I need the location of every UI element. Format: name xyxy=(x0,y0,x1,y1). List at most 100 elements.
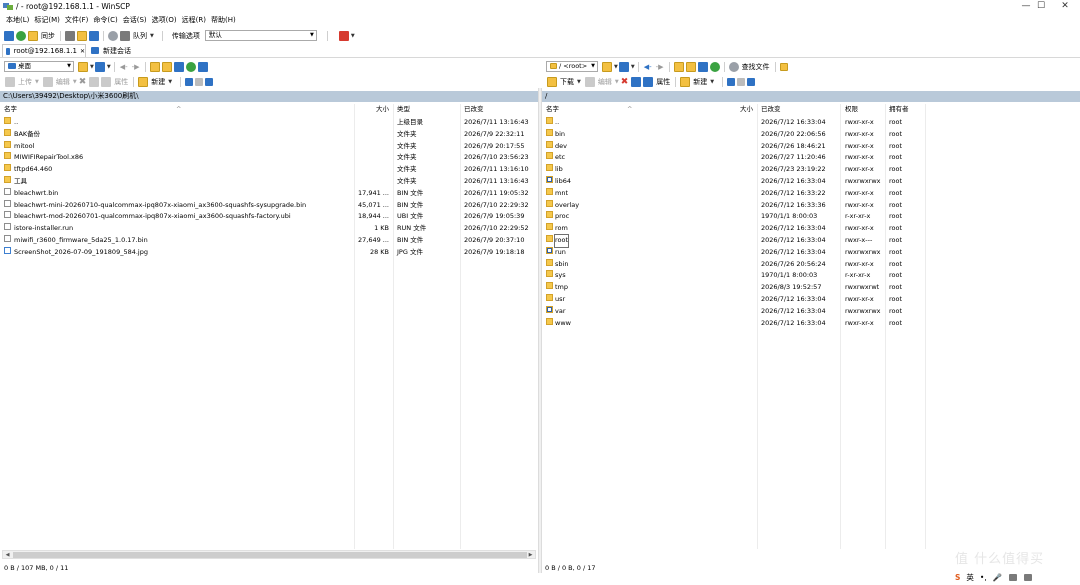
left-file-row[interactable]: bleachwrt-mod-20260701-qualcommax-ipq807… xyxy=(0,211,530,223)
right-path-bar[interactable]: / xyxy=(542,91,1080,102)
left-file-row[interactable]: miwifi_r3600_firmware_5da25_1.0.17.bin 27… xyxy=(0,235,530,247)
chevron-down-icon[interactable]: ▼ xyxy=(351,33,355,39)
right-col-name[interactable]: 名字 xyxy=(546,104,559,115)
right-file-row[interactable]: usr 2026/7/12 16:33:04 rwxr-xr-x root xyxy=(542,294,1072,306)
chevron-down-icon[interactable]: ▼ xyxy=(631,64,635,70)
menu-file[interactable]: 文件(F) xyxy=(65,15,89,25)
chevron-down-icon[interactable]: ▼ xyxy=(107,64,111,70)
forward-arrow-icon[interactable]: -▶ xyxy=(656,63,664,71)
left-properties-button[interactable]: 属性 xyxy=(114,77,128,87)
deselect-icon[interactable] xyxy=(737,77,746,86)
right-file-row[interactable]: sys 1970/1/1 8:00:03 r-xr-xr-x root xyxy=(542,270,1072,282)
chevron-down-icon[interactable]: ▼ xyxy=(615,79,619,85)
filter-mask-icon[interactable] xyxy=(205,77,214,86)
sync-button[interactable]: 同步 xyxy=(41,31,55,41)
back-arrow-icon[interactable]: ◀- xyxy=(644,63,652,71)
left-file-row[interactable]: BAK备份 文件夹 2026/7/9 22:32:11 xyxy=(0,128,530,141)
right-file-row[interactable]: .. 2026/7/12 16:33:04 rwxr-xr-x root xyxy=(542,117,1072,129)
chevron-down-icon[interactable]: ▼ xyxy=(710,79,714,85)
chevron-down-icon[interactable]: ▼ xyxy=(150,33,154,39)
left-edit-button[interactable]: 编辑 xyxy=(56,77,70,87)
refresh-icon[interactable] xyxy=(709,61,720,72)
terminal-icon[interactable] xyxy=(65,30,75,41)
rename-icon[interactable] xyxy=(631,76,642,87)
right-file-row[interactable]: root 2026/7/12 16:33:04 rwxr-x--- root xyxy=(542,234,1072,248)
left-col-size[interactable]: 大小 xyxy=(376,104,389,115)
right-file-row[interactable]: lib64 2026/7/12 16:33:04 rwxrwxrwx root xyxy=(542,176,1072,188)
forward-arrow-icon[interactable]: -▶ xyxy=(132,63,140,71)
grid-icon[interactable] xyxy=(4,30,14,41)
right-edit-button[interactable]: 编辑 xyxy=(598,77,612,87)
right-file-row[interactable]: etc 2026/7/27 11:20:46 rwxr-xr-x root xyxy=(542,152,1072,164)
filter-mask-icon[interactable] xyxy=(747,77,756,86)
right-col-modified[interactable]: 已改变 xyxy=(761,104,781,115)
left-file-row[interactable]: istore-installer.run 1 KB RUN 文件 2026/7/10 … xyxy=(0,223,530,235)
keyboard-icon[interactable] xyxy=(1009,574,1018,581)
rename-icon[interactable] xyxy=(89,76,100,87)
microphone-icon[interactable]: 🎤 xyxy=(993,573,1002,582)
menu-remote[interactable]: 远程(R) xyxy=(182,15,206,25)
right-file-row[interactable]: www 2026/7/12 16:33:04 rwxr-xr-x root xyxy=(542,317,1072,330)
right-col-rights[interactable]: 权限 xyxy=(845,104,858,115)
right-file-row[interactable]: proc 1970/1/1 8:00:03 r-xr-xr-x root xyxy=(542,211,1072,223)
right-col-size[interactable]: 大小 xyxy=(740,104,753,115)
right-file-row[interactable]: tmp 2026/8/3 19:52:57 rwxrwxrwt root xyxy=(542,282,1072,294)
open-folder-icon[interactable] xyxy=(602,61,612,72)
parent-dir-icon[interactable] xyxy=(673,61,684,72)
right-col-owner[interactable]: 拥有者 xyxy=(889,104,909,115)
compare-icon[interactable] xyxy=(77,30,87,41)
left-drive-select[interactable]: 桌面 ▼ xyxy=(4,61,74,72)
left-file-row[interactable]: bleachwrt-mini-20260710-qualcommax-ipq80… xyxy=(0,199,530,212)
open-folder-icon[interactable] xyxy=(78,61,88,72)
transfer-settings-icon[interactable] xyxy=(338,30,349,41)
ime-language[interactable]: 英 xyxy=(966,572,974,583)
tab-session[interactable]: root@192.168.1.1 ✕ xyxy=(2,44,86,57)
sogou-icon[interactable]: S xyxy=(955,573,960,582)
bookmark-icon[interactable] xyxy=(197,61,208,72)
chevron-down-icon[interactable]: ▼ xyxy=(577,79,581,85)
left-col-name[interactable]: 名字 xyxy=(4,104,17,115)
left-horizontal-scrollbar[interactable]: ◀ ▶ xyxy=(2,550,536,559)
refresh-icon[interactable] xyxy=(185,61,196,72)
find-files-button[interactable]: 查找文件 xyxy=(742,62,770,72)
right-file-row[interactable]: var 2026/7/12 16:33:04 rwxrwxrwx root xyxy=(542,305,1072,318)
right-file-row[interactable]: sbin 2026/7/26 20:56:24 rwxr-xr-x root xyxy=(542,258,1072,271)
right-file-row[interactable]: overlay 2026/7/12 16:33:36 rwxr-xr-x root xyxy=(542,199,1072,212)
chevron-down-icon[interactable]: ▼ xyxy=(168,79,172,85)
delete-icon[interactable]: ✖ xyxy=(79,77,87,87)
select-all-icon[interactable] xyxy=(727,77,736,86)
upload-button[interactable]: 上传 xyxy=(18,77,32,87)
parent-dir-icon[interactable] xyxy=(149,61,160,72)
scroll-left-icon[interactable]: ◀ xyxy=(3,551,12,559)
left-file-row[interactable]: MIWIFIRepairTool.x86 文件夹 2026/7/10 23:56:2… xyxy=(0,152,530,164)
left-file-row[interactable]: .. 上级目录 2026/7/11 13:16:43 xyxy=(0,117,530,129)
menu-mark[interactable]: 标记(M) xyxy=(34,15,60,25)
back-arrow-icon[interactable]: ◀- xyxy=(120,63,128,71)
preferences-icon[interactable] xyxy=(108,30,118,41)
ime-punctuation[interactable]: •, xyxy=(980,573,987,582)
transfer-options-select[interactable]: 默认 ▼ xyxy=(204,30,317,41)
queue-button[interactable]: 队列 xyxy=(133,31,147,41)
right-file-row[interactable]: mnt 2026/7/12 16:33:22 rwxr-xr-x root xyxy=(542,187,1072,200)
right-file-row[interactable]: rom 2026/7/12 16:33:04 rwxr-xr-x root xyxy=(542,223,1072,235)
chevron-down-icon[interactable]: ▼ xyxy=(73,79,77,85)
filter-icon[interactable] xyxy=(618,61,629,72)
left-file-row[interactable]: ScreenShot_2026-07-09_191809_584.jpg 28 K… xyxy=(0,246,530,259)
bookmark-icon[interactable] xyxy=(779,62,788,71)
root-dir-icon[interactable] xyxy=(161,61,172,72)
left-file-row[interactable]: 工具 文件夹 2026/7/11 13:16:43 xyxy=(0,176,530,188)
menu-command[interactable]: 命令(C) xyxy=(93,15,117,25)
left-file-row[interactable]: bleachwrt.bin 17,941 ... BIN 文件 2026/7/11 1… xyxy=(0,187,530,200)
left-file-row[interactable]: tftpd64.460 文件夹 2026/7/11 13:16:10 xyxy=(0,164,530,176)
left-file-row[interactable]: mitool 文件夹 2026/7/9 20:17:55 xyxy=(0,140,530,153)
menu-local[interactable]: 本地(L) xyxy=(6,15,29,25)
tray-menu-icon[interactable] xyxy=(1024,574,1033,581)
sync-browse-icon[interactable] xyxy=(16,30,26,41)
right-properties-button[interactable]: 属性 xyxy=(656,77,670,87)
menu-options[interactable]: 选项(O) xyxy=(152,15,177,25)
menu-help[interactable]: 帮助(H) xyxy=(211,15,236,25)
chevron-down-icon[interactable]: ▼ xyxy=(35,79,39,85)
tab-new-session[interactable]: 新建会话 xyxy=(88,44,131,57)
sync-folder-icon[interactable] xyxy=(28,30,38,41)
close-window-button[interactable]: ✕ xyxy=(1050,0,1080,13)
